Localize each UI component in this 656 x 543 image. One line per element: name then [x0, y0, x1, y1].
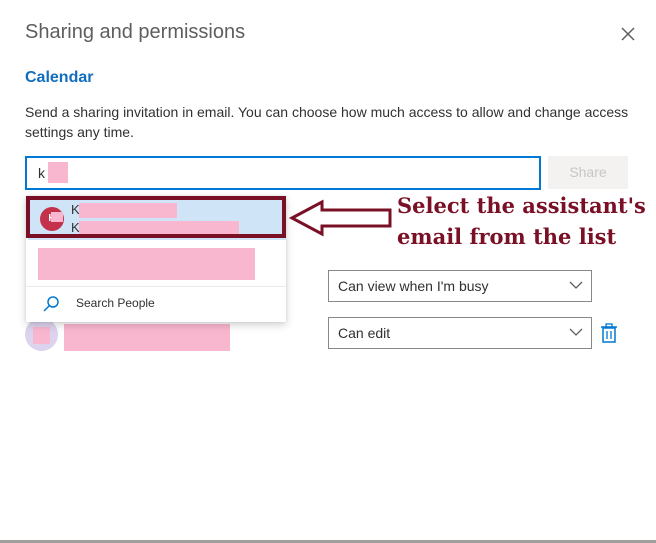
dropdown-divider: [26, 286, 286, 287]
annotation-text: Select the assistant's email from the li…: [397, 193, 646, 249]
redacted-search-text: [48, 162, 68, 183]
redacted-person-name: [64, 324, 230, 351]
redacted-suggestion-item: [38, 248, 255, 280]
search-people-label: Search People: [76, 296, 155, 310]
share-button[interactable]: Share: [548, 156, 628, 189]
permission-value: Can edit: [338, 325, 391, 341]
annotation-arrow-icon: [288, 199, 392, 237]
close-icon[interactable]: [618, 24, 638, 44]
permission-select[interactable]: Can edit: [328, 317, 592, 349]
chevron-down-icon: [569, 281, 583, 289]
sharing-description: Send a sharing invitation in email. You …: [25, 104, 629, 140]
dialog-title: Sharing and permissions: [25, 21, 246, 43]
search-icon: [43, 296, 59, 312]
redacted-person-name: [33, 327, 50, 344]
people-search-box[interactable]: k: [25, 156, 541, 190]
annotation-highlight-box: [26, 196, 286, 238]
sharing-dialog: Sharing and permissions Calendar Send a …: [0, 0, 656, 543]
chevron-down-icon: [569, 328, 583, 336]
calendar-heading: Calendar: [25, 69, 94, 86]
permission-value: Can view when I'm busy: [338, 278, 489, 294]
permission-select[interactable]: Can view when I'm busy: [328, 270, 592, 302]
trash-icon[interactable]: [600, 322, 618, 344]
